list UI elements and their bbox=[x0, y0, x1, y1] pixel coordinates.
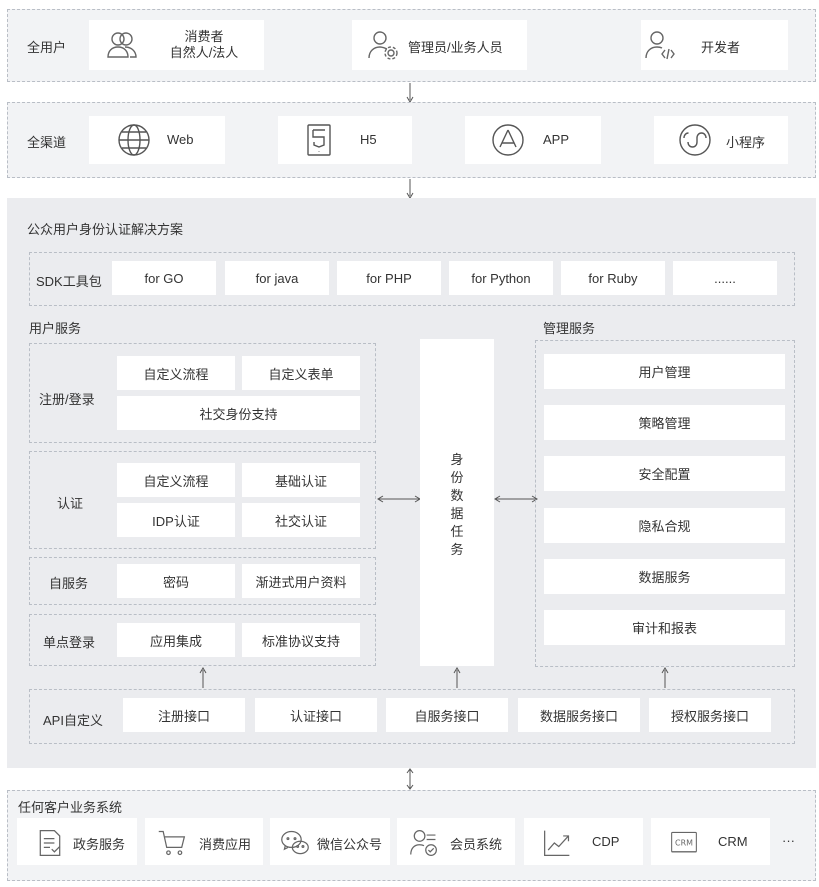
channel-card-app[interactable]: APP bbox=[465, 116, 601, 164]
sdk-item-php[interactable]: for PHP bbox=[337, 261, 441, 295]
user-card-admin[interactable]: 管理员/业务人员 bbox=[352, 20, 527, 70]
channel-card-app-label: APP bbox=[543, 132, 570, 147]
business-card-consumer-app-label: 消费应用 bbox=[199, 837, 252, 852]
auth-item-custom-flow[interactable]: 自定义流程 bbox=[117, 463, 235, 497]
arrow-up-identity-task bbox=[453, 667, 461, 688]
app-store-icon bbox=[491, 123, 525, 157]
document-icon bbox=[33, 826, 67, 860]
identity-data-task[interactable]: 身 份 数 据 任 务 bbox=[420, 339, 494, 666]
channel-card-h5-label: H5 bbox=[360, 132, 377, 147]
mgmt-services-title: 管理服务 bbox=[543, 321, 596, 336]
sso-label: 单点登录 bbox=[43, 635, 96, 650]
channel-card-web[interactable]: Web bbox=[89, 116, 225, 164]
globe-icon bbox=[117, 123, 151, 157]
self-service-item-profile[interactable]: 渐进式用户资料 bbox=[242, 564, 360, 598]
mgmt-item-audit[interactable]: 审计和报表 bbox=[544, 610, 785, 645]
business-card-member-label: 会员系统 bbox=[450, 837, 503, 852]
mgmt-item-privacy[interactable]: 隐私合规 bbox=[544, 508, 785, 543]
channel-card-mini-program-label: 小程序 bbox=[726, 135, 766, 150]
sdk-item-java[interactable]: for java bbox=[225, 261, 329, 295]
business-card-crm[interactable]: CRM CRM bbox=[651, 818, 770, 865]
self-service-item-password[interactable]: 密码 bbox=[117, 564, 235, 598]
sdk-item-ruby[interactable]: for Ruby bbox=[561, 261, 665, 295]
user-card-admin-label: 管理员/业务人员 bbox=[408, 40, 503, 55]
auth-item-social[interactable]: 社交认证 bbox=[242, 503, 360, 537]
business-card-gov-label: 政务服务 bbox=[73, 837, 126, 852]
html5-icon bbox=[302, 123, 336, 157]
crm-icon: CRM bbox=[667, 826, 701, 860]
sso-item-app-integration[interactable]: 应用集成 bbox=[117, 623, 235, 657]
register-item-custom-flow[interactable]: 自定义流程 bbox=[117, 356, 235, 390]
sdk-item-python[interactable]: for Python bbox=[449, 261, 553, 295]
business-card-member[interactable]: 会员系统 bbox=[397, 818, 515, 865]
user-card-developer[interactable]: 开发者 bbox=[641, 20, 788, 70]
user-card-consumer-line2: 自然人/法人 bbox=[169, 45, 239, 60]
api-label: API自定义 bbox=[43, 713, 103, 728]
identity-task-char-6: 务 bbox=[450, 542, 464, 557]
auth-label: 认证 bbox=[57, 496, 84, 511]
self-service-label: 自服务 bbox=[49, 576, 89, 591]
business-card-crm-label: CRM bbox=[718, 834, 748, 849]
register-item-social[interactable]: 社交身份支持 bbox=[117, 396, 360, 430]
user-card-consumer[interactable]: 消费者 自然人/法人 bbox=[89, 20, 264, 70]
sdk-label: SDK工具包 bbox=[36, 274, 102, 289]
business-title: 任何客户业务系统 bbox=[18, 800, 123, 815]
business-card-gov[interactable]: 政务服务 bbox=[17, 818, 137, 865]
business-card-wechat-label: 微信公众号 bbox=[317, 837, 383, 852]
identity-task-char-4: 据 bbox=[450, 506, 464, 521]
arrow-both-right bbox=[494, 495, 538, 503]
user-card-consumer-line1: 消费者 bbox=[184, 29, 224, 44]
arrow-both-vertical bbox=[406, 768, 414, 790]
sdk-item-more[interactable]: ...... bbox=[673, 261, 777, 295]
arrow-down-1 bbox=[406, 83, 414, 103]
identity-task-char-5: 任 bbox=[450, 524, 464, 539]
api-item-data-service[interactable]: 数据服务接口 bbox=[518, 698, 640, 732]
solution-title: 公众用户身份认证解决方案 bbox=[27, 222, 184, 237]
business-more[interactable]: ··· bbox=[782, 833, 795, 848]
wechat-icon bbox=[278, 826, 312, 860]
mgmt-item-data[interactable]: 数据服务 bbox=[544, 559, 785, 594]
mgmt-item-security[interactable]: 安全配置 bbox=[544, 456, 785, 491]
cart-icon bbox=[155, 826, 189, 860]
identity-task-char-3: 数 bbox=[450, 488, 464, 503]
users-icon bbox=[105, 28, 139, 62]
users-row-label: 全用户 bbox=[27, 40, 67, 55]
register-label: 注册/登录 bbox=[39, 392, 95, 407]
sso-item-protocols[interactable]: 标准协议支持 bbox=[242, 623, 360, 657]
channel-card-mini-program[interactable]: 小程序 bbox=[654, 116, 788, 164]
auth-item-idp[interactable]: IDP认证 bbox=[117, 503, 235, 537]
channel-card-web-label: Web bbox=[167, 132, 194, 147]
api-item-self-service[interactable]: 自服务接口 bbox=[386, 698, 508, 732]
mini-program-icon bbox=[678, 123, 712, 157]
api-item-auth[interactable]: 认证接口 bbox=[255, 698, 377, 732]
api-item-register[interactable]: 注册接口 bbox=[123, 698, 245, 732]
business-card-cdp[interactable]: CDP bbox=[524, 818, 643, 865]
identity-task-char-2: 份 bbox=[450, 470, 464, 485]
register-item-custom-form[interactable]: 自定义表单 bbox=[242, 356, 360, 390]
sdk-item-go[interactable]: for GO bbox=[112, 261, 216, 295]
arrow-down-2 bbox=[406, 179, 414, 199]
business-card-wechat[interactable]: 微信公众号 bbox=[270, 818, 390, 865]
channel-card-h5[interactable]: H5 bbox=[278, 116, 412, 164]
identity-task-char-1: 身 bbox=[450, 452, 464, 467]
auth-item-basic[interactable]: 基础认证 bbox=[242, 463, 360, 497]
chart-up-icon bbox=[540, 826, 574, 860]
channels-row-label: 全渠道 bbox=[27, 135, 67, 150]
api-item-authz-service[interactable]: 授权服务接口 bbox=[649, 698, 771, 732]
business-card-consumer-app[interactable]: 消费应用 bbox=[145, 818, 263, 865]
user-card-developer-label: 开发者 bbox=[701, 40, 741, 55]
admin-gear-icon bbox=[366, 28, 400, 62]
business-card-cdp-label: CDP bbox=[592, 834, 620, 849]
user-services-title: 用户服务 bbox=[29, 321, 82, 336]
arrow-up-mgmt-services bbox=[661, 667, 669, 688]
mgmt-item-user[interactable]: 用户管理 bbox=[544, 354, 785, 389]
arrow-up-user-services bbox=[199, 667, 207, 688]
mgmt-item-policy[interactable]: 策略管理 bbox=[544, 405, 785, 440]
arrow-both-left bbox=[377, 495, 421, 503]
developer-icon bbox=[643, 28, 677, 62]
member-icon bbox=[407, 826, 441, 860]
svg-text:CRM: CRM bbox=[675, 839, 693, 848]
